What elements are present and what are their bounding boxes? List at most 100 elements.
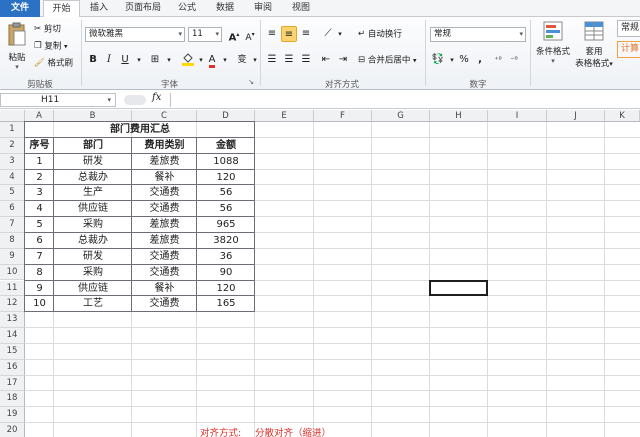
table-cell[interactable]: 供应链 bbox=[54, 201, 132, 217]
grow-font-button[interactable]: A▴ bbox=[226, 27, 242, 43]
align-top-button[interactable]: ≡ bbox=[264, 26, 280, 42]
table-cell[interactable]: 差旅费 bbox=[132, 154, 197, 170]
column-header-f[interactable]: F bbox=[314, 110, 372, 122]
cut-button[interactable]: ✂ 剪切 bbox=[34, 22, 61, 36]
tab-file[interactable]: 文件 bbox=[0, 0, 40, 17]
cell-style-normal[interactable]: 常规 bbox=[617, 20, 640, 37]
font-dialog-launcher-icon[interactable]: ↘ bbox=[246, 78, 256, 86]
comma-button[interactable]: , bbox=[472, 52, 488, 68]
increase-indent-button[interactable]: ⇥ bbox=[335, 52, 351, 68]
border-dropdown-icon[interactable]: ▾ bbox=[161, 52, 177, 68]
row-header-7[interactable]: 7 bbox=[0, 217, 25, 233]
row-header-12[interactable]: 12 bbox=[0, 296, 25, 313]
table-cell[interactable]: 5 bbox=[25, 217, 54, 233]
table-cell[interactable]: 总裁办 bbox=[54, 170, 132, 186]
table-cell[interactable]: 采购 bbox=[54, 265, 132, 281]
table-header-cell[interactable]: 金额 bbox=[197, 138, 255, 154]
tab-insert[interactable]: 插入 bbox=[82, 0, 116, 17]
table-cell[interactable]: 120 bbox=[197, 170, 255, 186]
copy-button[interactable]: ❐ 复制 ▾ bbox=[34, 39, 68, 53]
row-header-3[interactable]: 3 bbox=[0, 153, 25, 170]
orientation-dropdown-icon[interactable]: ▾ bbox=[332, 26, 348, 42]
table-cell[interactable]: 3 bbox=[25, 185, 54, 201]
row-header-16[interactable]: 16 bbox=[0, 359, 25, 376]
tab-view[interactable]: 视图 bbox=[284, 0, 318, 17]
table-cell[interactable]: 90 bbox=[197, 265, 255, 281]
table-cell[interactable]: 供应链 bbox=[54, 281, 132, 297]
shrink-font-button[interactable]: A▾ bbox=[242, 27, 258, 43]
table-title[interactable]: 部门费用汇总 bbox=[25, 122, 255, 138]
format-painter-button[interactable]: 🖌 格式刷 bbox=[34, 56, 73, 70]
row-header-5[interactable]: 5 bbox=[0, 185, 25, 202]
table-cell[interactable]: 1 bbox=[25, 154, 54, 170]
align-bottom-button[interactable]: ≡ bbox=[298, 26, 314, 42]
row-header-20[interactable]: 20 bbox=[0, 423, 25, 437]
column-header-j[interactable]: J bbox=[547, 110, 605, 122]
underline-dropdown-icon[interactable]: ▾ bbox=[131, 52, 147, 68]
table-cell[interactable]: 2 bbox=[25, 170, 54, 186]
table-cell[interactable]: 36 bbox=[197, 249, 255, 265]
font-name-select[interactable]: 微软雅黑 ▾ bbox=[85, 27, 185, 42]
table-cell[interactable]: 工艺 bbox=[54, 296, 132, 312]
table-cell[interactable]: 4 bbox=[25, 201, 54, 217]
row-header-2[interactable]: 2 bbox=[0, 137, 25, 154]
row-header-1[interactable]: 1 bbox=[0, 122, 25, 138]
table-cell[interactable]: 965 bbox=[197, 217, 255, 233]
percent-button[interactable]: % bbox=[456, 52, 472, 68]
table-cell[interactable]: 研发 bbox=[54, 154, 132, 170]
font-size-select[interactable]: 11 ▾ bbox=[188, 27, 222, 42]
row-header-19[interactable]: 19 bbox=[0, 407, 25, 424]
table-cell[interactable]: 交通费 bbox=[132, 185, 197, 201]
table-cell[interactable]: 165 bbox=[197, 296, 255, 312]
paste-button[interactable]: 粘贴 ▾ bbox=[4, 20, 30, 71]
table-cell[interactable]: 餐补 bbox=[132, 281, 197, 297]
table-cell[interactable]: 交通费 bbox=[132, 265, 197, 281]
table-cell[interactable]: 1088 bbox=[197, 154, 255, 170]
align-center-button[interactable]: ☰ bbox=[281, 52, 297, 68]
wrap-text-button[interactable]: ↵ 自动换行 bbox=[358, 27, 402, 41]
table-cell[interactable]: 120 bbox=[197, 281, 255, 297]
decrease-indent-button[interactable]: ⇤ bbox=[318, 52, 334, 68]
table-cell[interactable]: 餐补 bbox=[132, 170, 197, 186]
table-cell[interactable]: 交通费 bbox=[132, 201, 197, 217]
tab-page-layout[interactable]: 页面布局 bbox=[118, 0, 168, 17]
row-header-15[interactable]: 15 bbox=[0, 343, 25, 360]
number-format-select[interactable]: 常规 ▾ bbox=[430, 27, 526, 42]
table-header-cell[interactable]: 部门 bbox=[54, 138, 132, 154]
table-cell[interactable]: 交通费 bbox=[132, 296, 197, 312]
table-format-button[interactable]: 套用 表格格式▾ bbox=[574, 20, 614, 69]
row-header-11[interactable]: 11 bbox=[0, 280, 25, 297]
table-cell[interactable]: 差旅费 bbox=[132, 217, 197, 233]
table-cell[interactable]: 研发 bbox=[54, 249, 132, 265]
row-header-6[interactable]: 6 bbox=[0, 201, 25, 218]
column-header-k[interactable]: K bbox=[605, 110, 640, 122]
increase-decimal-button[interactable]: ⁺⁰ bbox=[490, 52, 506, 68]
tab-home[interactable]: 开始 bbox=[43, 0, 80, 18]
table-header-cell[interactable]: 序号 bbox=[25, 138, 54, 154]
table-header-cell[interactable]: 费用类别 bbox=[132, 138, 197, 154]
align-left-button[interactable]: ☰ bbox=[264, 52, 280, 68]
row-header-8[interactable]: 8 bbox=[0, 232, 25, 249]
decrease-decimal-button[interactable]: ⁻⁰ bbox=[506, 52, 522, 68]
column-header-g[interactable]: G bbox=[372, 110, 430, 122]
font-color-dropdown-icon[interactable]: ▾ bbox=[217, 52, 233, 68]
table-cell[interactable]: 6 bbox=[25, 233, 54, 249]
table-cell[interactable]: 采购 bbox=[54, 217, 132, 233]
table-cell[interactable]: 9 bbox=[25, 281, 54, 297]
table-cell[interactable]: 56 bbox=[197, 201, 255, 217]
merge-dropdown-icon[interactable]: ▾ bbox=[413, 57, 417, 65]
table-cell[interactable]: 差旅费 bbox=[132, 233, 197, 249]
align-middle-button[interactable]: ≡ bbox=[281, 26, 297, 42]
row-header-14[interactable]: 14 bbox=[0, 328, 25, 344]
row-header-13[interactable]: 13 bbox=[0, 312, 25, 329]
selected-cell-h11[interactable] bbox=[429, 279, 488, 297]
tab-review[interactable]: 审阅 bbox=[246, 0, 280, 17]
bold-button[interactable]: B bbox=[85, 52, 101, 68]
row-header-17[interactable]: 17 bbox=[0, 375, 25, 392]
tab-data[interactable]: 数据 bbox=[208, 0, 242, 17]
chevron-down-icon[interactable]: ▾ bbox=[107, 94, 111, 106]
table-cell[interactable]: 56 bbox=[197, 185, 255, 201]
row-header-9[interactable]: 9 bbox=[0, 248, 25, 265]
table-cell[interactable]: 生产 bbox=[54, 185, 132, 201]
table-cell[interactable]: 8 bbox=[25, 265, 54, 281]
